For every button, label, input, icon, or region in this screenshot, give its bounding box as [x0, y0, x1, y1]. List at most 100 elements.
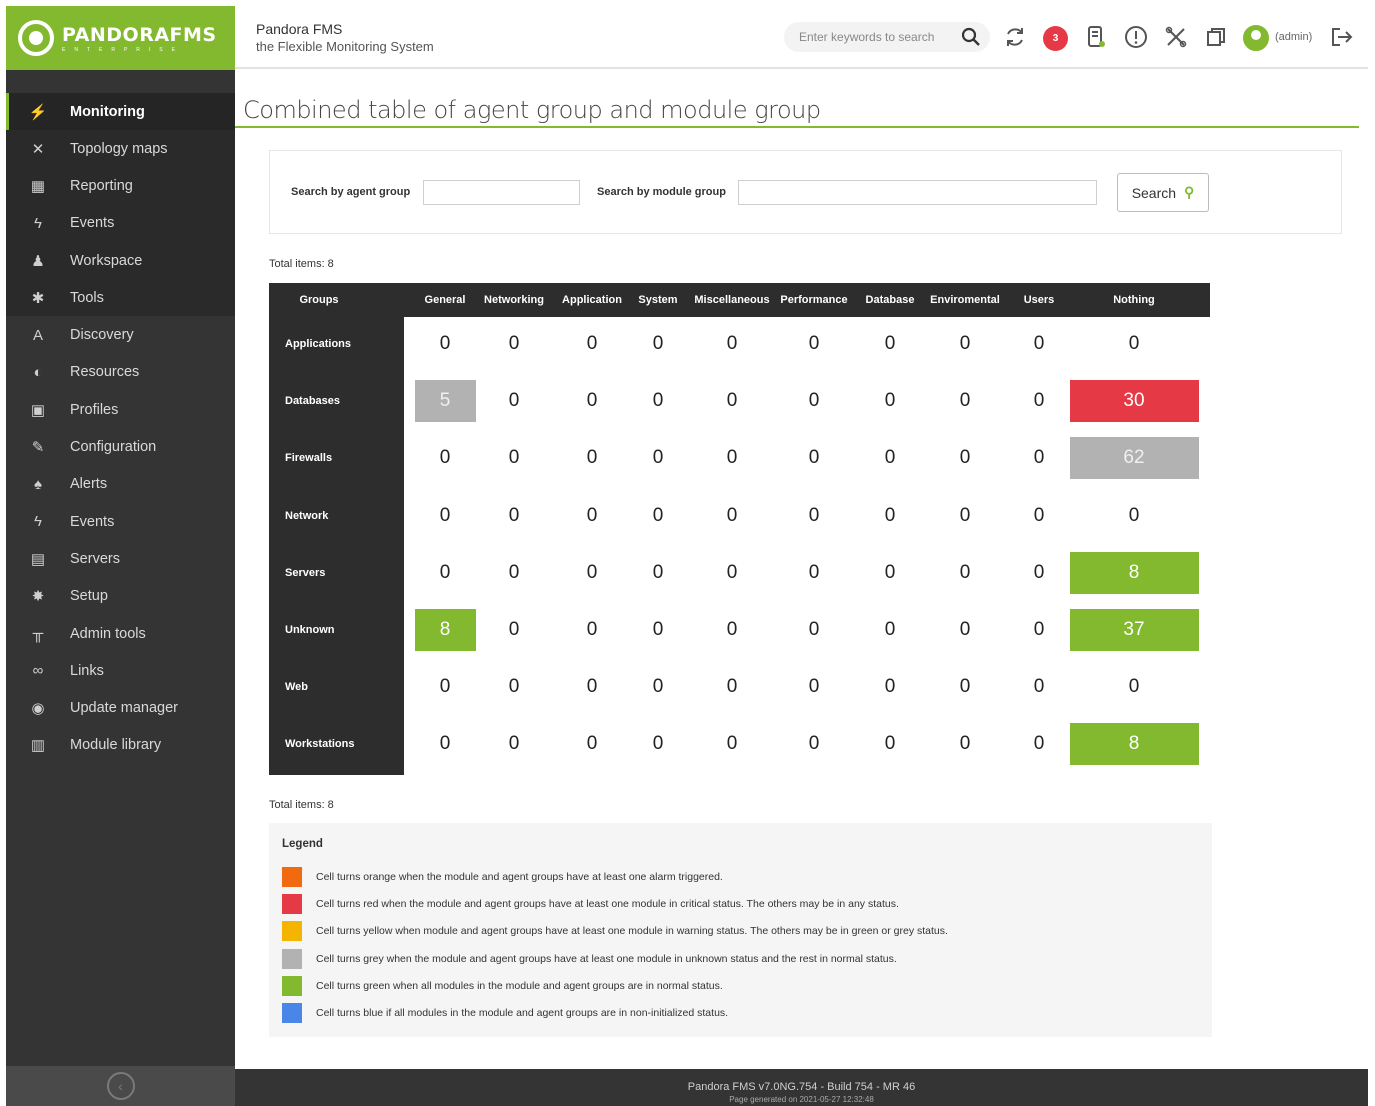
table-cell[interactable]: 0 — [628, 609, 688, 651]
table-cell[interactable]: 0 — [933, 609, 997, 651]
search-icon[interactable] — [958, 24, 984, 50]
sidebar-item-configuration[interactable]: ✎ Configuration — [6, 428, 235, 465]
table-cell[interactable]: 0 — [560, 437, 624, 480]
table-cell[interactable]: 0 — [1009, 380, 1069, 423]
table-cell[interactable]: 0 — [482, 609, 546, 651]
table-cell[interactable]: 0 — [933, 437, 997, 480]
user-avatar-icon[interactable] — [1243, 25, 1269, 51]
refresh-icon[interactable] — [1002, 24, 1028, 50]
sidebar-item-alerts[interactable]: ♠ Alerts — [6, 466, 235, 503]
table-cell[interactable]: 0 — [560, 666, 624, 709]
sidebar-item-workspace[interactable]: ♟ Workspace — [6, 241, 235, 280]
table-cell[interactable]: 0 — [933, 551, 997, 594]
table-cell[interactable]: 0 — [560, 551, 624, 594]
table-cell[interactable]: 0 — [933, 380, 997, 423]
user-name[interactable]: (admin) — [1275, 31, 1312, 43]
table-cell[interactable]: 0 — [628, 437, 688, 480]
table-cell[interactable]: 0 — [1069, 323, 1199, 365]
table-cell[interactable]: 0 — [860, 723, 920, 766]
table-cell[interactable]: 0 — [560, 323, 624, 365]
sidebar-item-module-library[interactable]: ▥ Module library — [6, 727, 235, 764]
sidebar-item-events-admin[interactable]: ϟ Events — [6, 503, 235, 540]
table-cell[interactable]: 0 — [414, 551, 476, 594]
table-cell[interactable]: 0 — [1009, 666, 1069, 709]
table-cell[interactable]: 8 — [414, 609, 476, 651]
table-cell[interactable]: 0 — [860, 609, 920, 651]
table-cell[interactable]: 0 — [1009, 437, 1069, 480]
table-cell[interactable]: 0 — [700, 494, 764, 537]
table-cell[interactable]: 8 — [1069, 551, 1199, 594]
table-cell[interactable]: 0 — [782, 723, 846, 766]
table-cell[interactable]: 30 — [1069, 380, 1199, 423]
table-cell[interactable]: 0 — [700, 437, 764, 480]
table-cell[interactable]: 0 — [560, 723, 624, 766]
table-cell[interactable]: 62 — [1069, 437, 1199, 480]
table-cell[interactable]: 0 — [1009, 609, 1069, 651]
table-cell[interactable]: 0 — [628, 323, 688, 365]
server-status-icon[interactable] — [1083, 24, 1109, 50]
copy-window-icon[interactable] — [1203, 24, 1229, 50]
table-cell[interactable]: 0 — [782, 323, 846, 365]
tools-icon[interactable] — [1163, 24, 1189, 50]
agent-group-input[interactable] — [423, 180, 580, 205]
table-cell[interactable]: 0 — [628, 494, 688, 537]
sidebar-item-reporting[interactable]: ▦ Reporting — [6, 167, 235, 205]
table-cell[interactable]: 0 — [1009, 494, 1069, 537]
table-cell[interactable]: 0 — [628, 666, 688, 709]
sidebar-item-profiles[interactable]: ▣ Profiles — [6, 391, 235, 428]
table-cell[interactable]: 0 — [700, 666, 764, 709]
table-cell[interactable]: 0 — [560, 494, 624, 537]
table-cell[interactable]: 0 — [1009, 723, 1069, 766]
table-cell[interactable]: 0 — [860, 666, 920, 709]
table-cell[interactable]: 0 — [933, 723, 997, 766]
table-cell[interactable]: 0 — [860, 437, 920, 480]
table-cell[interactable]: 0 — [700, 723, 764, 766]
table-cell[interactable]: 0 — [560, 380, 624, 423]
sidebar-item-servers[interactable]: ▤ Servers — [6, 540, 235, 577]
table-cell[interactable]: 0 — [782, 551, 846, 594]
table-cell[interactable]: 0 — [628, 380, 688, 423]
table-cell[interactable]: 0 — [782, 609, 846, 651]
table-cell[interactable]: 0 — [414, 323, 476, 365]
logout-icon[interactable] — [1329, 24, 1355, 50]
table-cell[interactable]: 0 — [1069, 666, 1199, 709]
table-cell[interactable]: 0 — [782, 437, 846, 480]
table-cell[interactable]: 0 — [860, 551, 920, 594]
table-cell[interactable]: 0 — [482, 551, 546, 594]
alert-info-icon[interactable] — [1123, 24, 1149, 50]
table-cell[interactable]: 0 — [482, 437, 546, 480]
table-cell[interactable]: 0 — [414, 494, 476, 537]
table-cell[interactable]: 0 — [700, 551, 764, 594]
table-cell[interactable]: 0 — [482, 723, 546, 766]
module-group-input[interactable] — [738, 180, 1097, 205]
table-cell[interactable]: 0 — [933, 666, 997, 709]
sidebar-item-update-manager[interactable]: ◉ Update manager — [6, 689, 235, 726]
table-cell[interactable]: 0 — [414, 437, 476, 480]
sidebar-item-resources[interactable]: ◐ Resources — [6, 354, 235, 391]
table-cell[interactable]: 0 — [782, 380, 846, 423]
sidebar-item-tools[interactable]: ✱ Tools — [6, 279, 235, 317]
table-cell[interactable]: 0 — [700, 323, 764, 365]
collapse-sidebar-icon[interactable]: ‹ — [106, 1072, 135, 1100]
table-cell[interactable]: 0 — [482, 494, 546, 537]
table-cell[interactable]: 0 — [933, 323, 997, 365]
table-cell[interactable]: 37 — [1069, 609, 1199, 651]
sidebar-item-discovery[interactable]: A Discovery — [6, 316, 235, 353]
table-cell[interactable]: 0 — [482, 380, 546, 423]
sidebar-item-events[interactable]: ϟ Events — [6, 204, 235, 242]
table-cell[interactable]: 0 — [482, 323, 546, 365]
table-cell[interactable]: 0 — [860, 494, 920, 537]
sidebar-item-setup[interactable]: ✸ Setup — [6, 578, 235, 615]
table-cell[interactable]: 5 — [414, 380, 476, 423]
table-cell[interactable]: 0 — [1009, 323, 1069, 365]
table-cell[interactable]: 0 — [860, 380, 920, 423]
table-cell[interactable]: 0 — [482, 666, 546, 709]
sidebar-item-topology-maps[interactable]: ✕ Topology maps — [6, 130, 235, 168]
table-cell[interactable]: 0 — [1009, 551, 1069, 594]
table-cell[interactable]: 0 — [414, 666, 476, 709]
notifications-badge[interactable]: 3 — [1043, 26, 1068, 51]
table-cell[interactable]: 0 — [1069, 494, 1199, 537]
sidebar-item-monitoring[interactable]: ⚡ Monitoring — [6, 93, 235, 130]
logo[interactable]: PANDORAFMS ENTERPRISE — [6, 6, 235, 70]
table-cell[interactable]: 0 — [628, 723, 688, 766]
